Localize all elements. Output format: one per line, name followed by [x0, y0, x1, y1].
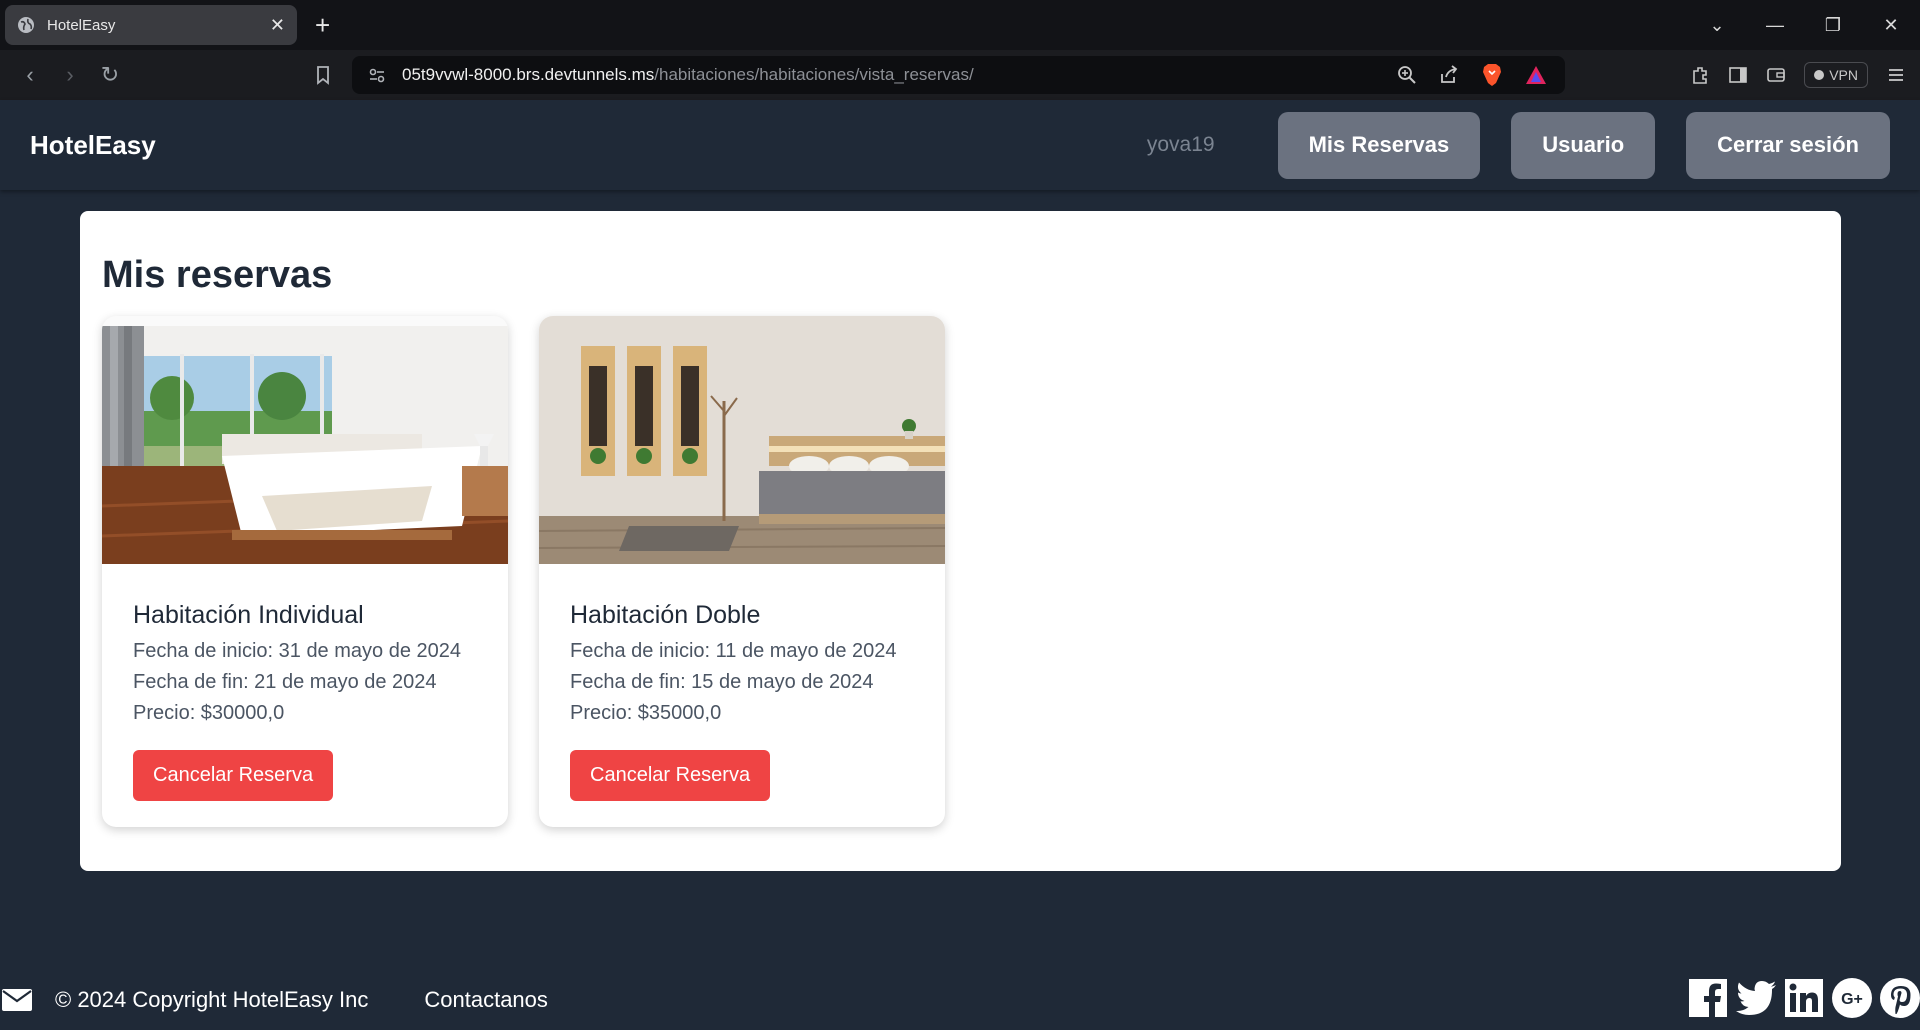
- browser-tab[interactable]: HotelEasy ✕: [5, 5, 297, 45]
- start-date: Fecha de inicio: 31 de mayo de 2024: [133, 640, 461, 662]
- end-date: Fecha de fin: 21 de mayo de 2024: [133, 671, 437, 693]
- room-image: [539, 316, 945, 564]
- site-footer: © 2024 Copyright HotelEasy Inc Contactan…: [0, 970, 1920, 1030]
- zoom-icon[interactable]: [1397, 65, 1417, 85]
- menu-icon[interactable]: [1886, 65, 1906, 85]
- sidebar-icon[interactable]: [1728, 65, 1748, 85]
- facebook-icon[interactable]: [1688, 978, 1728, 1018]
- page-title: Mis reservas: [102, 254, 333, 296]
- globe-icon: [17, 16, 35, 34]
- twitter-icon[interactable]: [1736, 978, 1776, 1018]
- address-bar[interactable]: 05t9vvwl-8000.brs.devtunnels.ms /habitac…: [352, 56, 1565, 94]
- brave-shield-icon[interactable]: [1481, 63, 1503, 87]
- mail-icon[interactable]: [2, 989, 32, 1011]
- vpn-status-icon: [1814, 70, 1825, 80]
- mis-reservas-button[interactable]: Mis Reservas: [1277, 111, 1481, 179]
- room-image: [102, 316, 508, 564]
- usuario-button[interactable]: Usuario: [1511, 111, 1656, 179]
- window-controls: ⌄ — ❐ ✕: [1688, 0, 1920, 50]
- brand-logo[interactable]: HotelEasy: [30, 130, 156, 161]
- forward-icon[interactable]: ›: [50, 62, 90, 88]
- close-window-icon[interactable]: ✕: [1862, 15, 1920, 36]
- bookmark-icon[interactable]: [312, 64, 334, 86]
- svg-text:G+: G+: [1841, 991, 1863, 1008]
- minimize-icon[interactable]: —: [1746, 15, 1804, 36]
- new-tab-icon[interactable]: +: [315, 12, 330, 38]
- end-date: Fecha de fin: 15 de mayo de 2024: [570, 671, 874, 693]
- copyright-text: © 2024 Copyright HotelEasy Inc: [55, 987, 369, 1012]
- url-path: /habitaciones/habitaciones/vista_reserva…: [654, 65, 974, 84]
- reservation-card: Habitación Doble Fecha de inicio: 11 de …: [539, 316, 945, 827]
- linkedin-icon[interactable]: [1784, 978, 1824, 1018]
- tab-title: HotelEasy: [47, 16, 116, 34]
- price: Precio: $30000,0: [133, 702, 285, 724]
- room-name: Habitación Individual: [133, 601, 364, 629]
- url-host: 05t9vvwl-8000.brs.devtunnels.ms: [402, 65, 655, 84]
- wallet-icon[interactable]: [1766, 65, 1786, 85]
- price: Precio: $35000,0: [570, 702, 722, 724]
- share-icon[interactable]: [1439, 65, 1459, 85]
- logout-button[interactable]: Cerrar sesión: [1686, 111, 1890, 179]
- vpn-label: VPN: [1829, 67, 1858, 83]
- cancel-reservation-button[interactable]: Cancelar Reserva: [570, 750, 771, 801]
- browser-toolbar: ‹ › ↻ 05t9vvwl-8000.brs.devtunnels.ms /h…: [0, 50, 1920, 100]
- contact-link[interactable]: Contactanos: [424, 987, 548, 1013]
- pinterest-icon[interactable]: [1880, 978, 1920, 1018]
- site-header: HotelEasy yova19 Mis Reservas Usuario Ce…: [0, 100, 1920, 190]
- brave-rewards-icon[interactable]: [1525, 65, 1547, 85]
- start-date: Fecha de inicio: 11 de mayo de 2024: [570, 640, 897, 662]
- site-settings-icon[interactable]: [366, 64, 388, 86]
- tab-list-chevron-icon[interactable]: ⌄: [1688, 15, 1746, 36]
- restore-icon[interactable]: ❐: [1804, 15, 1862, 36]
- room-name: Habitación Doble: [570, 601, 761, 629]
- vpn-button[interactable]: VPN: [1804, 62, 1868, 88]
- google-plus-icon[interactable]: G+: [1832, 978, 1872, 1018]
- username-label: yova19: [1146, 133, 1215, 156]
- social-links: G+: [1688, 978, 1920, 1018]
- browser-tabbar: HotelEasy ✕ + ⌄ — ❐ ✕: [0, 0, 1920, 50]
- cancel-reservation-button[interactable]: Cancelar Reserva: [133, 750, 334, 801]
- reservation-card: Habitación Individual Fecha de inicio: 3…: [102, 316, 508, 827]
- reservations-panel: Mis reservas Habitación Individual Fecha…: [80, 211, 1841, 871]
- close-tab-icon[interactable]: ✕: [270, 15, 285, 36]
- back-icon[interactable]: ‹: [10, 62, 50, 88]
- extensions-icon[interactable]: [1690, 65, 1710, 85]
- reload-icon[interactable]: ↻: [90, 62, 130, 88]
